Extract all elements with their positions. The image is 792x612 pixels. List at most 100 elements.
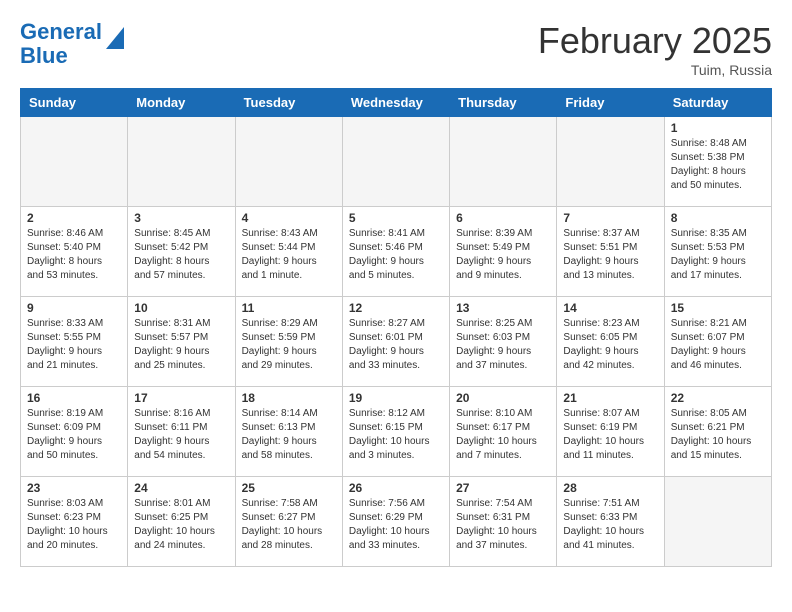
day-number: 23 <box>27 481 121 495</box>
day-number: 3 <box>134 211 228 225</box>
day-info: Sunrise: 8:16 AM Sunset: 6:11 PM Dayligh… <box>134 407 228 463</box>
calendar-cell: 4 Sunrise: 8:43 AM Sunset: 5:44 PM Daylig… <box>235 207 342 297</box>
day-number: 7 <box>563 211 657 225</box>
calendar-cell: 24 Sunrise: 8:01 AM Sunset: 6:25 PM Dayli… <box>128 477 235 567</box>
day-number: 15 <box>671 301 765 315</box>
day-info: Sunrise: 8:29 AM Sunset: 5:59 PM Dayligh… <box>242 317 336 373</box>
calendar-cell <box>664 477 771 567</box>
day-number: 1 <box>671 121 765 135</box>
day-info: Sunrise: 8:39 AM Sunset: 5:49 PM Dayligh… <box>456 227 550 283</box>
calendar-cell: 8 Sunrise: 8:35 AM Sunset: 5:53 PM Daylig… <box>664 207 771 297</box>
day-number: 20 <box>456 391 550 405</box>
day-number: 13 <box>456 301 550 315</box>
day-info: Sunrise: 8:21 AM Sunset: 6:07 PM Dayligh… <box>671 317 765 373</box>
calendar-cell: 7 Sunrise: 8:37 AM Sunset: 5:51 PM Daylig… <box>557 207 664 297</box>
day-number: 11 <box>242 301 336 315</box>
day-info: Sunrise: 8:35 AM Sunset: 5:53 PM Dayligh… <box>671 227 765 283</box>
location: Tuim, Russia <box>538 62 772 78</box>
calendar-cell: 12 Sunrise: 8:27 AM Sunset: 6:01 PM Dayli… <box>342 297 449 387</box>
day-number: 16 <box>27 391 121 405</box>
calendar-body: 1 Sunrise: 8:48 AM Sunset: 5:38 PM Daylig… <box>21 117 772 567</box>
calendar-cell: 1 Sunrise: 8:48 AM Sunset: 5:38 PM Daylig… <box>664 117 771 207</box>
day-number: 10 <box>134 301 228 315</box>
day-number: 24 <box>134 481 228 495</box>
day-info: Sunrise: 8:23 AM Sunset: 6:05 PM Dayligh… <box>563 317 657 373</box>
day-info: Sunrise: 8:27 AM Sunset: 6:01 PM Dayligh… <box>349 317 443 373</box>
day-number: 18 <box>242 391 336 405</box>
day-number: 5 <box>349 211 443 225</box>
calendar-cell: 21 Sunrise: 8:07 AM Sunset: 6:19 PM Dayli… <box>557 387 664 477</box>
day-header-thursday: Thursday <box>450 89 557 117</box>
day-info: Sunrise: 8:37 AM Sunset: 5:51 PM Dayligh… <box>563 227 657 283</box>
calendar-cell: 28 Sunrise: 7:51 AM Sunset: 6:33 PM Dayli… <box>557 477 664 567</box>
day-number: 6 <box>456 211 550 225</box>
title-area: February 2025 Tuim, Russia <box>538 20 772 78</box>
day-info: Sunrise: 8:43 AM Sunset: 5:44 PM Dayligh… <box>242 227 336 283</box>
calendar-cell: 6 Sunrise: 8:39 AM Sunset: 5:49 PM Daylig… <box>450 207 557 297</box>
calendar-cell: 5 Sunrise: 8:41 AM Sunset: 5:46 PM Daylig… <box>342 207 449 297</box>
logo-icon <box>106 27 124 49</box>
day-info: Sunrise: 8:33 AM Sunset: 5:55 PM Dayligh… <box>27 317 121 373</box>
day-number: 12 <box>349 301 443 315</box>
day-info: Sunrise: 8:41 AM Sunset: 5:46 PM Dayligh… <box>349 227 443 283</box>
calendar-cell: 2 Sunrise: 8:46 AM Sunset: 5:40 PM Daylig… <box>21 207 128 297</box>
day-number: 4 <box>242 211 336 225</box>
calendar-cell: 17 Sunrise: 8:16 AM Sunset: 6:11 PM Dayli… <box>128 387 235 477</box>
day-header-wednesday: Wednesday <box>342 89 449 117</box>
day-info: Sunrise: 8:14 AM Sunset: 6:13 PM Dayligh… <box>242 407 336 463</box>
calendar-cell: 9Sunrise: 8:33 AM Sunset: 5:55 PM Daylig… <box>21 297 128 387</box>
calendar-cell: 27 Sunrise: 7:54 AM Sunset: 6:31 PM Dayli… <box>450 477 557 567</box>
day-number: 27 <box>456 481 550 495</box>
calendar-cell: 23 Sunrise: 8:03 AM Sunset: 6:23 PM Dayli… <box>21 477 128 567</box>
calendar-week-4: 23 Sunrise: 8:03 AM Sunset: 6:23 PM Dayli… <box>21 477 772 567</box>
day-info: Sunrise: 8:19 AM Sunset: 6:09 PM Dayligh… <box>27 407 121 463</box>
day-header-saturday: Saturday <box>664 89 771 117</box>
day-info: Sunrise: 8:46 AM Sunset: 5:40 PM Dayligh… <box>27 227 121 283</box>
calendar-cell <box>128 117 235 207</box>
logo-line2: Blue <box>20 43 68 68</box>
day-info: Sunrise: 8:01 AM Sunset: 6:25 PM Dayligh… <box>134 497 228 553</box>
calendar-cell <box>342 117 449 207</box>
logo-line1: General <box>20 19 102 44</box>
calendar-cell <box>557 117 664 207</box>
day-info: Sunrise: 8:45 AM Sunset: 5:42 PM Dayligh… <box>134 227 228 283</box>
day-header-sunday: Sunday <box>21 89 128 117</box>
day-info: Sunrise: 8:05 AM Sunset: 6:21 PM Dayligh… <box>671 407 765 463</box>
calendar-cell <box>450 117 557 207</box>
calendar-cell: 15 Sunrise: 8:21 AM Sunset: 6:07 PM Dayli… <box>664 297 771 387</box>
day-info: Sunrise: 8:12 AM Sunset: 6:15 PM Dayligh… <box>349 407 443 463</box>
day-info: Sunrise: 7:51 AM Sunset: 6:33 PM Dayligh… <box>563 497 657 553</box>
day-number: 22 <box>671 391 765 405</box>
calendar-cell: 20 Sunrise: 8:10 AM Sunset: 6:17 PM Dayli… <box>450 387 557 477</box>
day-info: Sunrise: 7:56 AM Sunset: 6:29 PM Dayligh… <box>349 497 443 553</box>
month-title: February 2025 <box>538 20 772 62</box>
day-info: Sunrise: 8:31 AM Sunset: 5:57 PM Dayligh… <box>134 317 228 373</box>
calendar-cell: 3 Sunrise: 8:45 AM Sunset: 5:42 PM Daylig… <box>128 207 235 297</box>
day-info: Sunrise: 8:03 AM Sunset: 6:23 PM Dayligh… <box>27 497 121 553</box>
calendar-cell: 13 Sunrise: 8:25 AM Sunset: 6:03 PM Dayli… <box>450 297 557 387</box>
day-info: Sunrise: 8:25 AM Sunset: 6:03 PM Dayligh… <box>456 317 550 373</box>
calendar-cell: 14Sunrise: 8:23 AM Sunset: 6:05 PM Dayli… <box>557 297 664 387</box>
day-header-friday: Friday <box>557 89 664 117</box>
calendar-header-row: SundayMondayTuesdayWednesdayThursdayFrid… <box>21 89 772 117</box>
day-info: Sunrise: 8:10 AM Sunset: 6:17 PM Dayligh… <box>456 407 550 463</box>
day-info: Sunrise: 8:48 AM Sunset: 5:38 PM Dayligh… <box>671 137 765 193</box>
calendar-week-0: 1 Sunrise: 8:48 AM Sunset: 5:38 PM Daylig… <box>21 117 772 207</box>
calendar-week-1: 2 Sunrise: 8:46 AM Sunset: 5:40 PM Daylig… <box>21 207 772 297</box>
calendar-week-2: 9Sunrise: 8:33 AM Sunset: 5:55 PM Daylig… <box>21 297 772 387</box>
day-header-monday: Monday <box>128 89 235 117</box>
day-info: Sunrise: 8:07 AM Sunset: 6:19 PM Dayligh… <box>563 407 657 463</box>
day-number: 19 <box>349 391 443 405</box>
day-number: 8 <box>671 211 765 225</box>
calendar-cell: 18 Sunrise: 8:14 AM Sunset: 6:13 PM Dayli… <box>235 387 342 477</box>
day-number: 2 <box>27 211 121 225</box>
logo-text: General Blue <box>20 20 102 68</box>
calendar-cell: 22 Sunrise: 8:05 AM Sunset: 6:21 PM Dayli… <box>664 387 771 477</box>
day-number: 28 <box>563 481 657 495</box>
day-number: 17 <box>134 391 228 405</box>
calendar-cell: 10 Sunrise: 8:31 AM Sunset: 5:57 PM Dayli… <box>128 297 235 387</box>
calendar-cell <box>21 117 128 207</box>
day-info: Sunrise: 7:54 AM Sunset: 6:31 PM Dayligh… <box>456 497 550 553</box>
day-number: 21 <box>563 391 657 405</box>
calendar: SundayMondayTuesdayWednesdayThursdayFrid… <box>20 88 772 567</box>
